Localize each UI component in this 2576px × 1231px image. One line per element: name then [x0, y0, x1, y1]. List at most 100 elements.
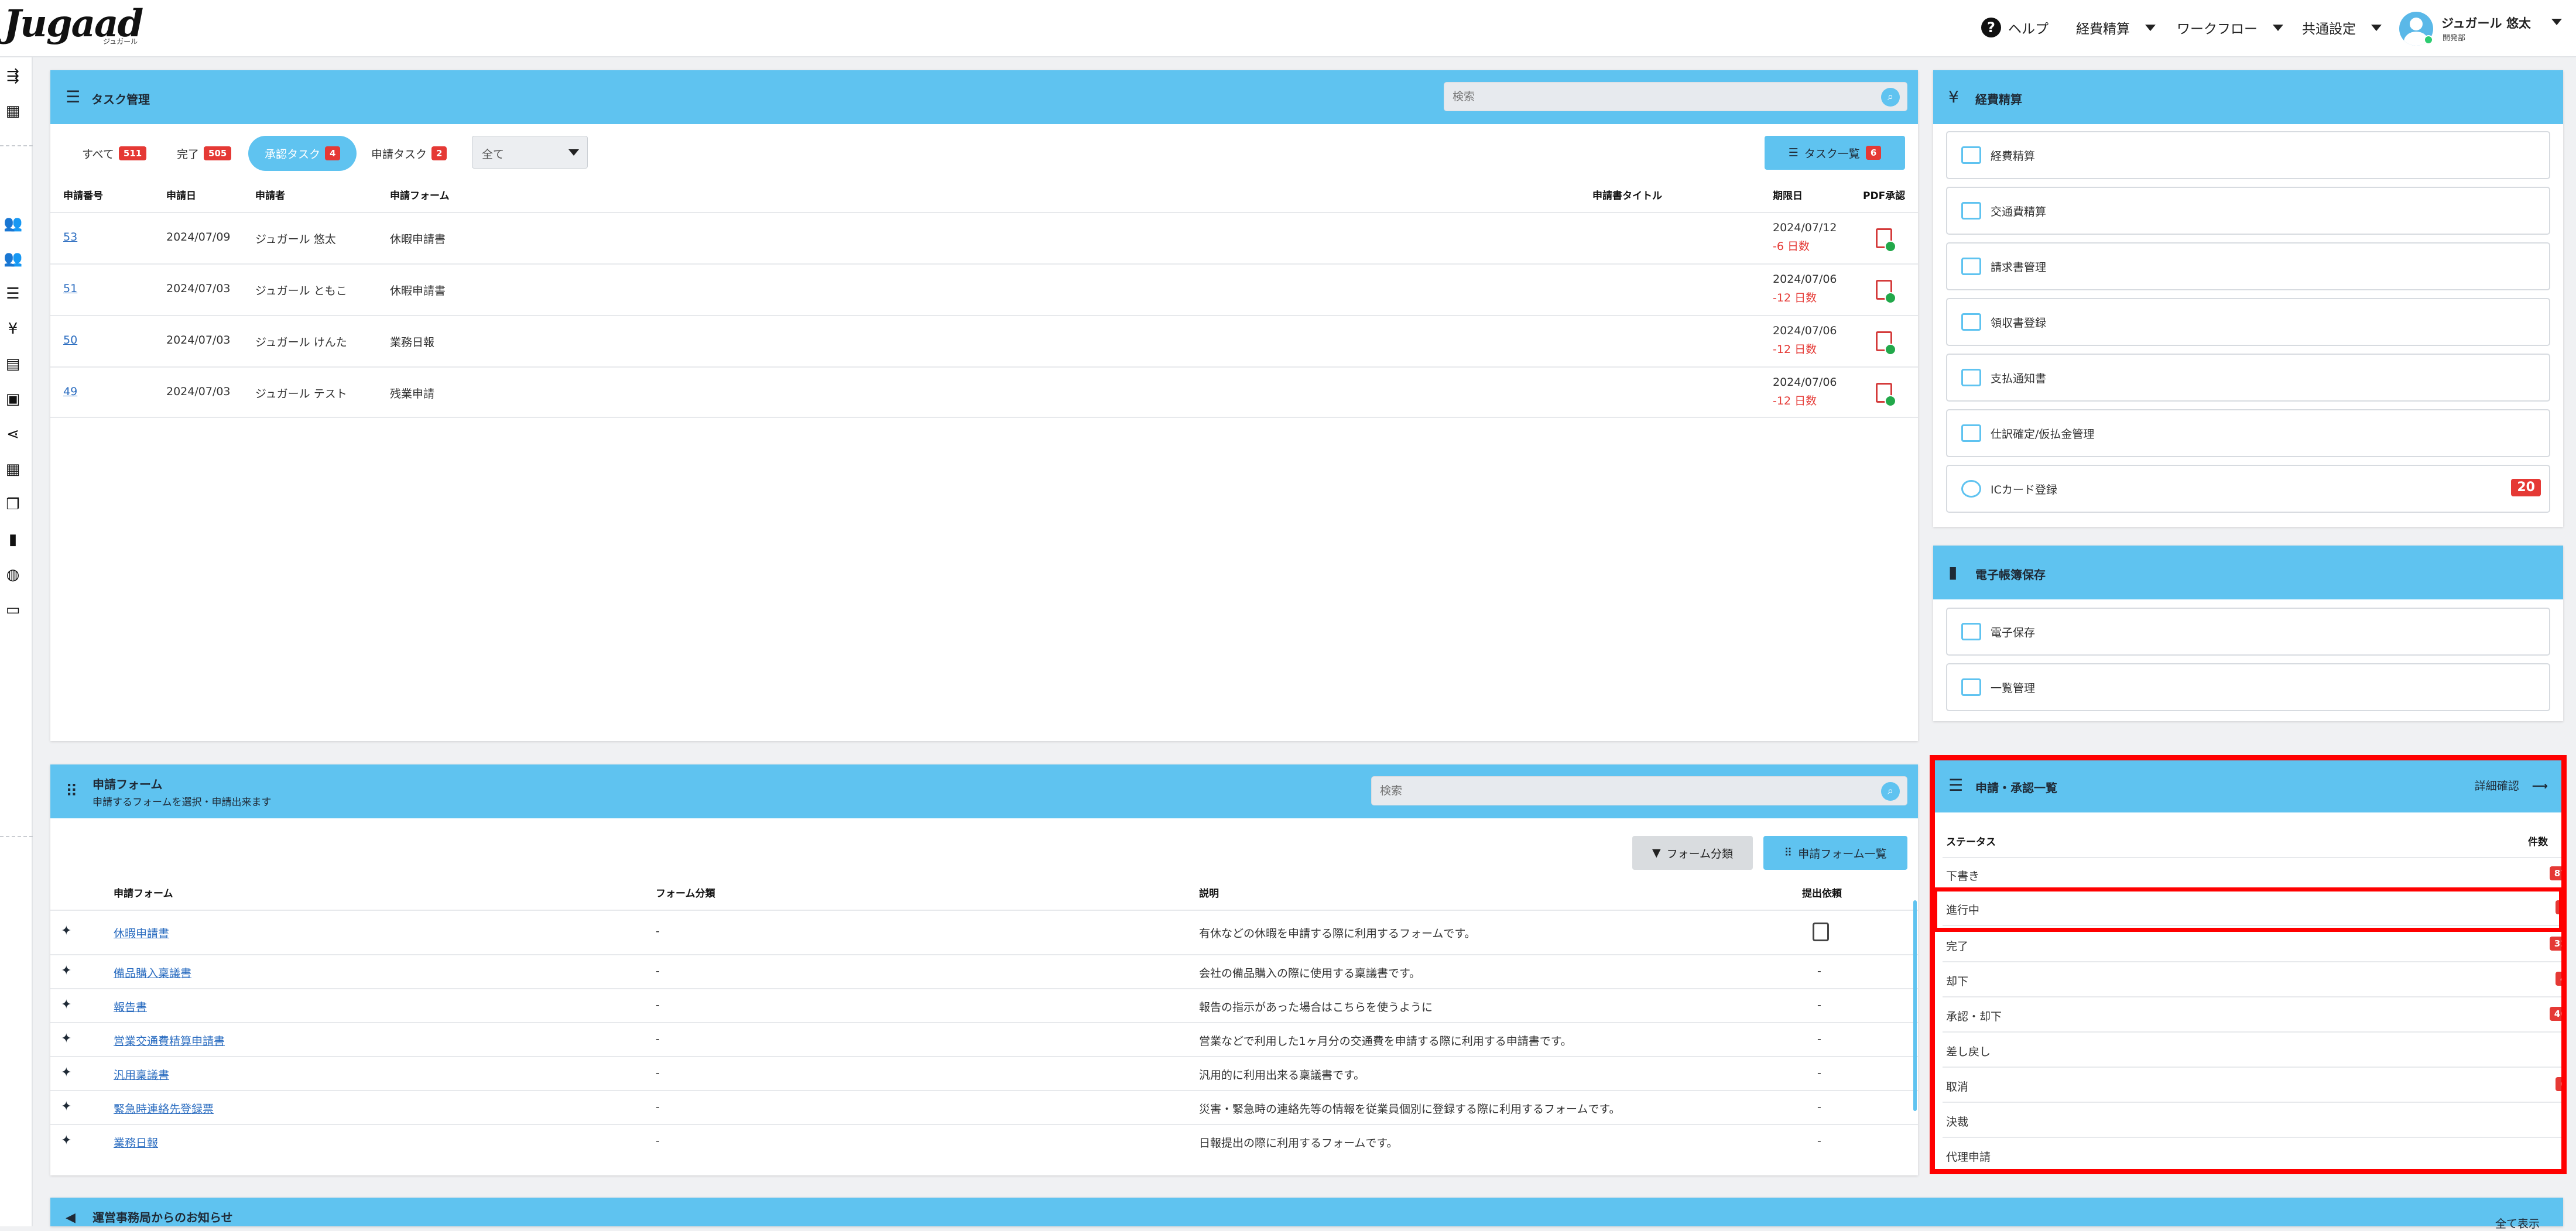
pin-icon[interactable]: ✦: [61, 1065, 71, 1080]
detail-link[interactable]: 詳細確認 ⟶: [2475, 777, 2548, 793]
transport-menu-item[interactable]: 交通費精算: [1946, 187, 2550, 235]
search-icon[interactable]: ⌕: [1881, 88, 1900, 107]
menu-workflow[interactable]: ワークフロー: [2177, 18, 2283, 37]
list-manage-menu-item[interactable]: 一覧管理: [1946, 663, 2550, 711]
form-category: -: [656, 1067, 660, 1079]
user-menu-chevron-icon[interactable]: [2551, 19, 2562, 25]
forms-search-input[interactable]: [1380, 783, 1808, 799]
users-icon[interactable]: 👥: [4, 214, 22, 233]
building-icon[interactable]: ▦: [4, 102, 22, 121]
pin-icon[interactable]: ✦: [61, 1099, 71, 1114]
wallet-icon[interactable]: ▭: [4, 601, 22, 619]
status-panel-title: 申請・承認一覧: [1975, 781, 2057, 795]
show-all-link[interactable]: 全て表示: [2495, 1215, 2540, 1231]
status-row-returned[interactable]: 差し戻し 0: [1943, 1034, 2563, 1068]
form-category: -: [656, 1033, 660, 1045]
count-badge: 325: [2549, 937, 2563, 951]
globe-icon[interactable]: ◍: [4, 565, 22, 584]
request-number-link[interactable]: 53: [63, 231, 77, 244]
form-link[interactable]: 営業交通費精算申請書: [114, 1033, 225, 1048]
table-row[interactable]: 53 2024/07/09 ジュガール 悠太 休暇申請書 2024/07/12 …: [50, 212, 1918, 263]
form-row[interactable]: ✦ 緊急時連絡先登録票 - 災害・緊急時の連絡先等の情報を従業員個別に登録する際…: [50, 1090, 1918, 1124]
yen-icon[interactable]: ¥: [4, 320, 22, 338]
status-label: 代理申請: [1946, 1151, 1991, 1164]
user-group-icon[interactable]: 👥: [4, 249, 22, 268]
form-link[interactable]: 業務日報: [114, 1134, 158, 1150]
form-row[interactable]: ✦ 業務日報 - 日報提出の際に利用するフォームです。 -: [50, 1124, 1918, 1158]
status-row-proxy[interactable]: 代理申請 4: [1943, 1139, 2563, 1171]
request-number-link[interactable]: 49: [63, 385, 77, 398]
payment-notice-menu-item[interactable]: 支払通知書: [1946, 354, 2550, 402]
menu-expense[interactable]: 経費精算: [2076, 18, 2156, 37]
form-row[interactable]: ✦ 報告書 - 報告の指示があった場合はこちらを使うように -: [50, 988, 1918, 1022]
form-description: 汎用的に利用出来る稟議書です。: [1199, 1069, 1365, 1082]
status-label: 下書き: [1946, 870, 1980, 883]
form-list-button[interactable]: ⠿ 申請フォーム一覧: [1763, 836, 1907, 870]
tab-all[interactable]: すべて 511: [82, 136, 147, 171]
table-icon[interactable]: ▦: [4, 460, 22, 479]
ledger-icon[interactable]: ▣: [4, 390, 22, 409]
status-row-approve-reject[interactable]: 承認・却下 465: [1943, 999, 2563, 1033]
forms-scrollbar[interactable]: [1913, 900, 1917, 1111]
task-search-input[interactable]: [1453, 88, 1823, 105]
form-link[interactable]: 緊急時連絡先登録票: [114, 1100, 214, 1116]
form-link[interactable]: 報告書: [114, 999, 147, 1014]
form-row[interactable]: ✦ 備品購入稟議書 - 会社の備品購入の際に使用する稟議書です。 -: [50, 954, 1918, 988]
status-row-complete[interactable]: 完了 325: [1943, 928, 2563, 962]
tab-complete[interactable]: 完了 505: [177, 136, 232, 171]
tab-request-tasks[interactable]: 申請タスク 2: [371, 136, 447, 171]
table-row[interactable]: 50 2024/07/03 ジュガール けんた 業務日報 2024/07/06 …: [50, 315, 1918, 366]
form-row[interactable]: ✦ 営業交通費精算申請書 - 営業などで利用した1ヶ月分の交通費を申請する際に利…: [50, 1022, 1918, 1056]
table-row[interactable]: 51 2024/07/03 ジュガール ともこ 休暇申請書 2024/07/06…: [50, 263, 1918, 315]
pin-icon[interactable]: ✦: [61, 1133, 71, 1148]
tab-approval-tasks[interactable]: 承認タスク 4: [248, 136, 357, 171]
form-link[interactable]: 備品購入稟議書: [114, 965, 191, 980]
file-icon[interactable]: ▮: [4, 530, 22, 549]
status-row-rejected[interactable]: 却下 49: [1943, 963, 2563, 997]
form-category-button[interactable]: ▼ フォーム分類: [1632, 836, 1753, 870]
task-filter-select[interactable]: 全て: [472, 136, 588, 169]
request-submit-icon[interactable]: [1813, 923, 1829, 941]
form-row[interactable]: ✦ 汎用稟議書 - 汎用的に利用出来る稟議書です。 -: [50, 1056, 1918, 1090]
grid-icon: ⠿: [66, 781, 78, 801]
list-icon: ☰: [1788, 146, 1799, 159]
status-row-decided[interactable]: 決裁 4: [1943, 1104, 2563, 1138]
status-label: 差し戻し: [1946, 1045, 1991, 1058]
status-row-draft[interactable]: 下書き 878: [1943, 857, 2563, 891]
menu-collapse-icon[interactable]: ⇶: [4, 67, 22, 85]
e-save-menu-item[interactable]: 電子保存: [1946, 608, 2550, 656]
sidebar-divider: [0, 145, 33, 146]
list-icon[interactable]: ☰: [4, 284, 22, 303]
help-link[interactable]: ? ヘルプ: [1981, 18, 2049, 37]
count-badge: 49: [2556, 972, 2563, 986]
menu-settings[interactable]: 共通設定: [2302, 18, 2382, 37]
invoice-menu-item[interactable]: 請求書管理: [1946, 242, 2550, 290]
share-icon[interactable]: ⋖: [4, 425, 22, 444]
table-row[interactable]: 49 2024/07/03 ジュガール テスト 残業申請 2024/07/06 …: [50, 366, 1918, 418]
ic-card-menu-item[interactable]: ICカード登録 20: [1946, 465, 2550, 513]
list-icon: ☰: [1948, 776, 1964, 795]
receipt-menu-item[interactable]: 領収書登録: [1946, 298, 2550, 346]
request-number-link[interactable]: 50: [63, 334, 77, 347]
form-row[interactable]: ✦ 休暇申請書 - 有休などの休暇を申請する際に利用するフォームです。: [50, 910, 1918, 954]
copy-icon[interactable]: ❐: [4, 495, 22, 514]
pin-icon[interactable]: ✦: [61, 997, 71, 1012]
journal-menu-item[interactable]: 仕訳確定/仮払金管理: [1946, 409, 2550, 457]
pdf-approve-icon[interactable]: [1876, 331, 1896, 355]
status-row-cancelled[interactable]: 取消 63: [1943, 1069, 2563, 1103]
status-row-in-progress[interactable]: 進行中 39: [1943, 892, 2563, 926]
pin-icon[interactable]: ✦: [61, 963, 71, 978]
pdf-approve-icon[interactable]: [1876, 383, 1896, 407]
document-list-icon[interactable]: ▤: [4, 355, 22, 373]
search-icon[interactable]: ⌕: [1881, 782, 1900, 801]
form-link[interactable]: 汎用稟議書: [114, 1067, 169, 1082]
expense-menu-item[interactable]: 経費精算: [1946, 131, 2550, 179]
user-name[interactable]: ジュガール 悠太: [2441, 14, 2531, 32]
form-link[interactable]: 休暇申請書: [114, 925, 169, 941]
pdf-approve-icon[interactable]: [1876, 280, 1896, 304]
pdf-approve-icon[interactable]: [1876, 228, 1896, 252]
task-list-button[interactable]: ☰ タスク一覧 6: [1765, 136, 1905, 170]
request-number-link[interactable]: 51: [63, 282, 77, 295]
pin-icon[interactable]: ✦: [61, 1031, 71, 1046]
pin-icon[interactable]: ✦: [61, 924, 71, 938]
